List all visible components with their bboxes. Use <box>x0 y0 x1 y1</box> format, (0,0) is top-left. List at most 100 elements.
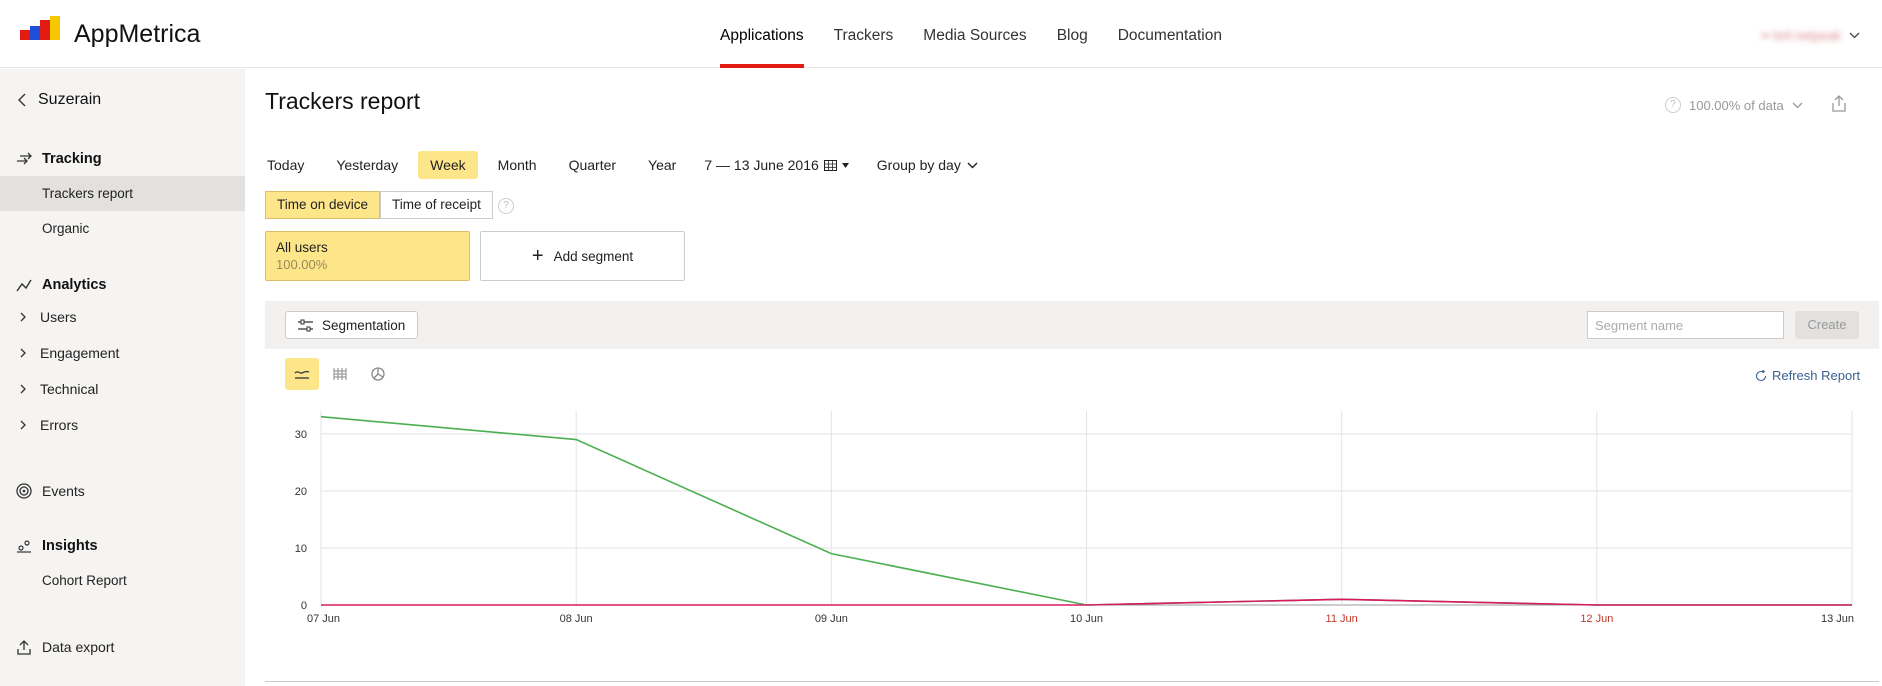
appmetrica-logo[interactable] <box>20 16 66 44</box>
upload-icon <box>17 640 31 655</box>
chart-divider <box>265 681 1879 682</box>
period-year[interactable]: Year <box>636 151 688 179</box>
user-menu[interactable]: •• bril netpeak <box>1761 28 1860 43</box>
help-icon: ? <box>1665 97 1681 113</box>
time-of-receipt-button[interactable]: Time of receipt <box>380 191 493 219</box>
section-insights: Insights <box>16 538 98 554</box>
y-tick-label: 20 <box>295 486 307 498</box>
calendar-icon <box>823 159 837 171</box>
chevron-down-icon <box>1849 32 1860 39</box>
sidebar-item-users-label: Users <box>40 309 77 325</box>
sidebar-item-events[interactable]: Events <box>16 483 85 499</box>
help-icon[interactable]: ? <box>498 198 514 214</box>
period-month[interactable]: Month <box>486 151 549 179</box>
period-selector: Today Yesterday Week Month Quarter Year … <box>265 151 978 179</box>
insights-icon <box>17 540 31 553</box>
sidebar-item-trackers-report[interactable]: Trackers report <box>0 176 245 211</box>
chevron-right-icon <box>20 348 26 358</box>
segment-share: 100.00% <box>276 257 328 272</box>
nav-media-sources[interactable]: Media Sources <box>923 0 1026 68</box>
sidebar-item-engagement-label: Engagement <box>40 345 120 361</box>
sliders-icon <box>298 319 313 331</box>
chevron-down-icon <box>967 162 978 168</box>
sidebar: Suzerain Tracking Trackers report Organi… <box>0 69 245 686</box>
x-tick-label: 11 Jun <box>1326 613 1358 625</box>
x-tick-label: 13 Jun <box>1821 613 1854 625</box>
chart-type-switcher <box>285 358 395 390</box>
y-tick-label: 10 <box>295 543 307 555</box>
refresh-report-label: Refresh Report <box>1772 368 1861 383</box>
sidebar-item-data-export[interactable]: Data export <box>16 639 114 655</box>
line-chart: 0 10 20 30 07 Jun 08 Jun 09 Jun 10 Jun 11 Jun 12 … <box>295 411 1854 625</box>
period-yesterday[interactable]: Yesterday <box>324 151 410 179</box>
section-tracking: Tracking <box>16 151 102 167</box>
sidebar-item-technical-label: Technical <box>40 381 99 397</box>
y-tick-label: 30 <box>295 429 307 441</box>
line-chart-button[interactable] <box>285 358 319 390</box>
x-tick-label: 10 Jun <box>1070 613 1103 625</box>
time-mode-toggle: Time on device Time of receipt <box>265 191 493 219</box>
main-content: Trackers report ? 100.00% of data Today … <box>245 69 1882 686</box>
add-segment-button[interactable]: + Add segment <box>480 231 685 281</box>
x-tick-label: 08 Jun <box>560 613 593 625</box>
sidebar-item-cohort-report[interactable]: Cohort Report <box>0 563 245 598</box>
data-sample-select[interactable]: ? 100.00% of data <box>1665 97 1803 113</box>
sidebar-item-organic[interactable]: Organic <box>0 211 245 246</box>
pie-chart-icon <box>371 367 385 381</box>
nav-applications[interactable]: Applications <box>720 0 804 68</box>
x-tick-label: 12 Jun <box>1580 613 1613 625</box>
sidebar-item-technical[interactable]: Technical <box>20 381 98 397</box>
create-segment-button[interactable]: Create <box>1795 311 1859 339</box>
analytics-icon <box>16 279 32 292</box>
sidebar-item-events-label: Events <box>42 483 85 499</box>
table-chart-button[interactable] <box>323 358 357 390</box>
refresh-icon <box>1755 369 1767 381</box>
target-icon <box>16 483 32 499</box>
nav-documentation[interactable]: Documentation <box>1118 0 1222 68</box>
bar-table-icon <box>333 368 347 380</box>
pie-chart-button[interactable] <box>361 358 395 390</box>
segment-all-users[interactable]: All users 100.00% <box>265 231 470 281</box>
tracking-icon <box>17 152 32 165</box>
nav-blog[interactable]: Blog <box>1057 0 1088 68</box>
refresh-report-button[interactable]: Refresh Report <box>1755 368 1860 383</box>
segment-name-input[interactable] <box>1587 311 1784 339</box>
sidebar-item-data-export-label: Data export <box>42 639 115 655</box>
period-week[interactable]: Week <box>418 151 478 179</box>
chevron-right-icon <box>20 384 26 394</box>
export-icon[interactable] <box>1831 94 1847 112</box>
plus-icon: + <box>531 245 544 267</box>
group-by-value: Group by day <box>876 157 961 173</box>
chevron-down-icon <box>1792 102 1803 108</box>
group-by-select[interactable]: Group by day <box>877 157 978 173</box>
sidebar-item-engagement[interactable]: Engagement <box>20 345 119 361</box>
app-name[interactable]: AppMetrica <box>74 20 200 49</box>
period-quarter[interactable]: Quarter <box>557 151 628 179</box>
segment-name: All users <box>276 240 328 255</box>
segmentation-bar: Segmentation Create <box>265 301 1879 349</box>
sidebar-item-errors[interactable]: Errors <box>20 417 78 433</box>
section-tracking-label: Tracking <box>42 151 102 167</box>
segmentation-button[interactable]: Segmentation <box>285 311 419 339</box>
period-today[interactable]: Today <box>265 151 316 179</box>
back-to-app[interactable]: Suzerain <box>18 91 101 109</box>
caret-down-icon <box>841 162 849 168</box>
y-tick-label: 0 <box>301 600 307 612</box>
page-title: Trackers report <box>265 88 421 114</box>
line-chart-icon <box>294 370 310 379</box>
top-header: AppMetrica Applications Trackers Media S… <box>0 0 1882 68</box>
nav-trackers[interactable]: Trackers <box>834 0 894 68</box>
sidebar-item-users[interactable]: Users <box>20 309 77 325</box>
section-analytics: Analytics <box>16 277 106 293</box>
chevron-left-icon <box>18 93 26 107</box>
app-title: Suzerain <box>38 91 102 108</box>
top-nav: Applications Trackers Media Sources Blog… <box>720 0 1252 68</box>
add-segment-label: Add segment <box>553 248 634 264</box>
x-tick-label: 09 Jun <box>815 613 848 625</box>
data-sample-value: 100.00% of data <box>1689 97 1784 113</box>
x-tick-label: 07 Jun <box>307 613 340 625</box>
sidebar-item-errors-label: Errors <box>40 417 79 433</box>
date-range-picker[interactable]: 7 — 13 June 2016 <box>704 157 849 173</box>
user-name: •• bril netpeak <box>1761 28 1841 43</box>
time-on-device-button[interactable]: Time on device <box>265 191 381 219</box>
